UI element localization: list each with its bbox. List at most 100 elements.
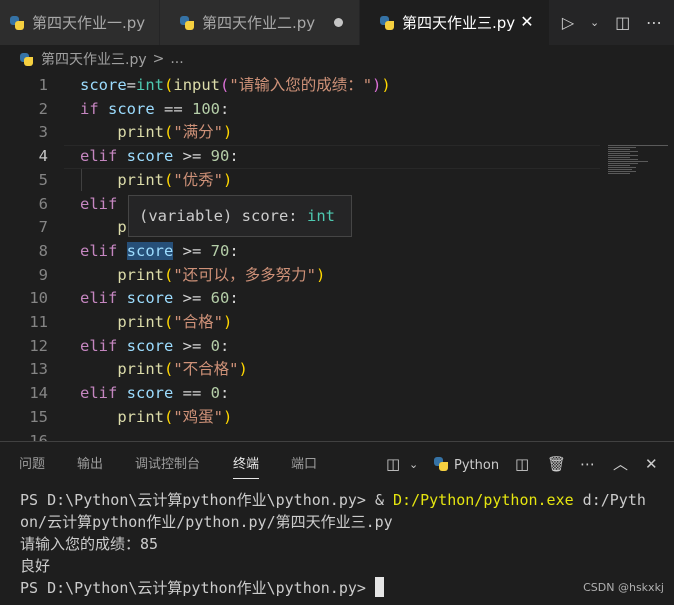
code-line[interactable]: 10 elif score >= 60: xyxy=(0,286,674,310)
code-line[interactable]: 14 elif score == 0: xyxy=(0,381,674,405)
code-text: elif score >= 0: xyxy=(80,334,229,358)
minimap[interactable] xyxy=(608,145,668,177)
split-editor-icon[interactable]: ◫ xyxy=(615,13,630,32)
breadcrumb-separator: > xyxy=(152,51,165,67)
tab-problems[interactable]: 问题 xyxy=(19,442,45,487)
maximize-panel-icon[interactable]: ︿ xyxy=(613,442,628,487)
code-text: print("不合格") xyxy=(80,357,248,381)
code-editor[interactable]: 1 score=int(input("请输入您的成绩：")) 2 if score =… xyxy=(0,73,674,441)
line-number: 14 xyxy=(29,384,48,403)
code-token: elif xyxy=(80,241,118,260)
more-icon[interactable]: ⋯ xyxy=(646,13,662,32)
code-token: ) xyxy=(316,265,326,284)
code-token: : xyxy=(229,147,239,166)
code-token: print xyxy=(117,170,164,189)
unsaved-dot-icon[interactable] xyxy=(334,18,343,27)
python-file-icon xyxy=(10,15,24,30)
code-token: ) xyxy=(223,170,233,189)
terminal-line: PS D:\Python\云计算python作业\python.py> & D:… xyxy=(20,489,646,511)
breadcrumb-file[interactable]: 第四天作业三.py xyxy=(41,49,147,69)
tab-ports[interactable]: 端口 xyxy=(291,442,317,487)
tab-debug-console[interactable]: 调试控制台 xyxy=(135,442,200,487)
panel-header: 问题 输出 调试控制台 终端 端口 ◫ ⌄ Python ◫ 🗑 ⋯ ︿ ✕ xyxy=(0,442,674,487)
terminal[interactable]: PS D:\Python\云计算python作业\python.py> & D:… xyxy=(0,487,674,605)
code-text: print("优秀") xyxy=(80,168,232,192)
code-token: ( xyxy=(164,170,174,189)
tab-homework-3[interactable]: 第四天作业三.py ✕ xyxy=(360,0,550,45)
split-panel-icon[interactable]: ◫ xyxy=(515,442,529,487)
trash-icon[interactable]: 🗑 xyxy=(547,442,566,487)
chevron-down-icon[interactable]: ⌄ xyxy=(409,442,418,487)
code-token: >= xyxy=(173,147,211,166)
code-token: print xyxy=(117,360,164,379)
code-token: score xyxy=(80,76,127,94)
terminal-profile-label: Python xyxy=(454,458,500,473)
code-token: "不合格" xyxy=(173,360,239,379)
tab-label: 第四天作业一.py xyxy=(32,14,146,32)
code-token: score xyxy=(126,384,174,403)
terminal-line: 请输入您的成绩：85 xyxy=(20,535,159,553)
code-text: print("还可以，多多努力") xyxy=(80,263,325,287)
code-text: elif score >= 70: xyxy=(80,239,239,263)
chevron-down-icon[interactable]: ⌄ xyxy=(590,16,599,29)
code-line[interactable]: 13 print("不合格") xyxy=(0,357,674,381)
python-file-icon xyxy=(180,15,194,30)
code-line[interactable]: 4 elif score >= 90: xyxy=(0,144,674,168)
terminal-line: 良好 xyxy=(20,557,51,575)
code-line[interactable]: 5 print("优秀") xyxy=(0,168,674,192)
code-token: ( xyxy=(164,407,174,426)
code-token: "满分" xyxy=(173,123,224,142)
code-token: score xyxy=(126,336,174,355)
code-token: "还可以，多多努力" xyxy=(173,265,317,284)
code-token: ) xyxy=(381,76,391,94)
editor-actions: ▷ ⌄ ◫ ⋯ xyxy=(550,0,674,45)
code-token: ( xyxy=(164,313,174,331)
editor-tab-bar: 第四天作业一.py 第四天作业二.py 第四天作业三.py ✕ ▷ ⌄ ◫ ⋯ xyxy=(0,0,674,45)
code-token: score xyxy=(126,241,174,260)
code-line[interactable]: 3 print("满分") xyxy=(0,120,674,144)
line-number: 12 xyxy=(29,336,48,355)
terminal-line: PS D:\Python\云计算python作业\python.py> xyxy=(20,577,384,599)
code-line[interactable]: 12 elif score >= 0: xyxy=(0,334,674,358)
tab-output[interactable]: 输出 xyxy=(77,442,103,487)
terminal-line: on/云计算python作业/python.py/第四天作业三.py xyxy=(20,513,393,531)
code-token: ( xyxy=(164,265,174,284)
more-icon[interactable]: ⋯ xyxy=(580,442,595,487)
code-line[interactable]: 11 print("合格") xyxy=(0,310,674,334)
code-token: 70 xyxy=(210,241,230,260)
terminal-prompt: PS D:\Python\云计算python作业\python.py> xyxy=(20,579,375,597)
tab-homework-1[interactable]: 第四天作业一.py xyxy=(0,0,160,45)
run-icon[interactable]: ▷ xyxy=(562,13,574,32)
code-token: 0 xyxy=(210,384,221,403)
code-token: elif xyxy=(80,384,118,403)
code-text: elif score >= 60: xyxy=(80,286,239,310)
code-token: : xyxy=(229,241,239,260)
code-line[interactable]: 15 print("鸡蛋") xyxy=(0,405,674,429)
close-panel-icon[interactable]: ✕ xyxy=(645,442,658,487)
code-line[interactable]: 1 score=int(input("请输入您的成绩：")) xyxy=(0,73,674,97)
code-line[interactable]: 16 xyxy=(0,429,674,442)
code-line[interactable]: 8 elif score >= 70: xyxy=(0,239,674,263)
code-line[interactable]: 9 print("还可以，多多努力") xyxy=(0,263,674,287)
code-token: ) xyxy=(372,76,382,94)
terminal-profile[interactable]: Python xyxy=(434,442,499,487)
line-number: 3 xyxy=(38,123,48,142)
terminal-arg: d:/Pyth xyxy=(573,491,646,509)
split-terminal-icon[interactable]: ◫ xyxy=(386,442,400,487)
line-number: 6 xyxy=(38,194,48,213)
code-text: if score == 100: xyxy=(80,97,229,121)
tab-homework-2[interactable]: 第四天作业二.py xyxy=(160,0,360,45)
close-icon[interactable]: ✕ xyxy=(515,10,539,34)
tab-terminal[interactable]: 终端 xyxy=(233,442,260,487)
code-token: : xyxy=(220,384,230,403)
code-token: input xyxy=(173,76,221,94)
code-token: 90 xyxy=(210,147,230,166)
breadcrumb-more[interactable]: ... xyxy=(170,51,183,67)
code-line[interactable]: 2 if score == 100: xyxy=(0,97,674,121)
